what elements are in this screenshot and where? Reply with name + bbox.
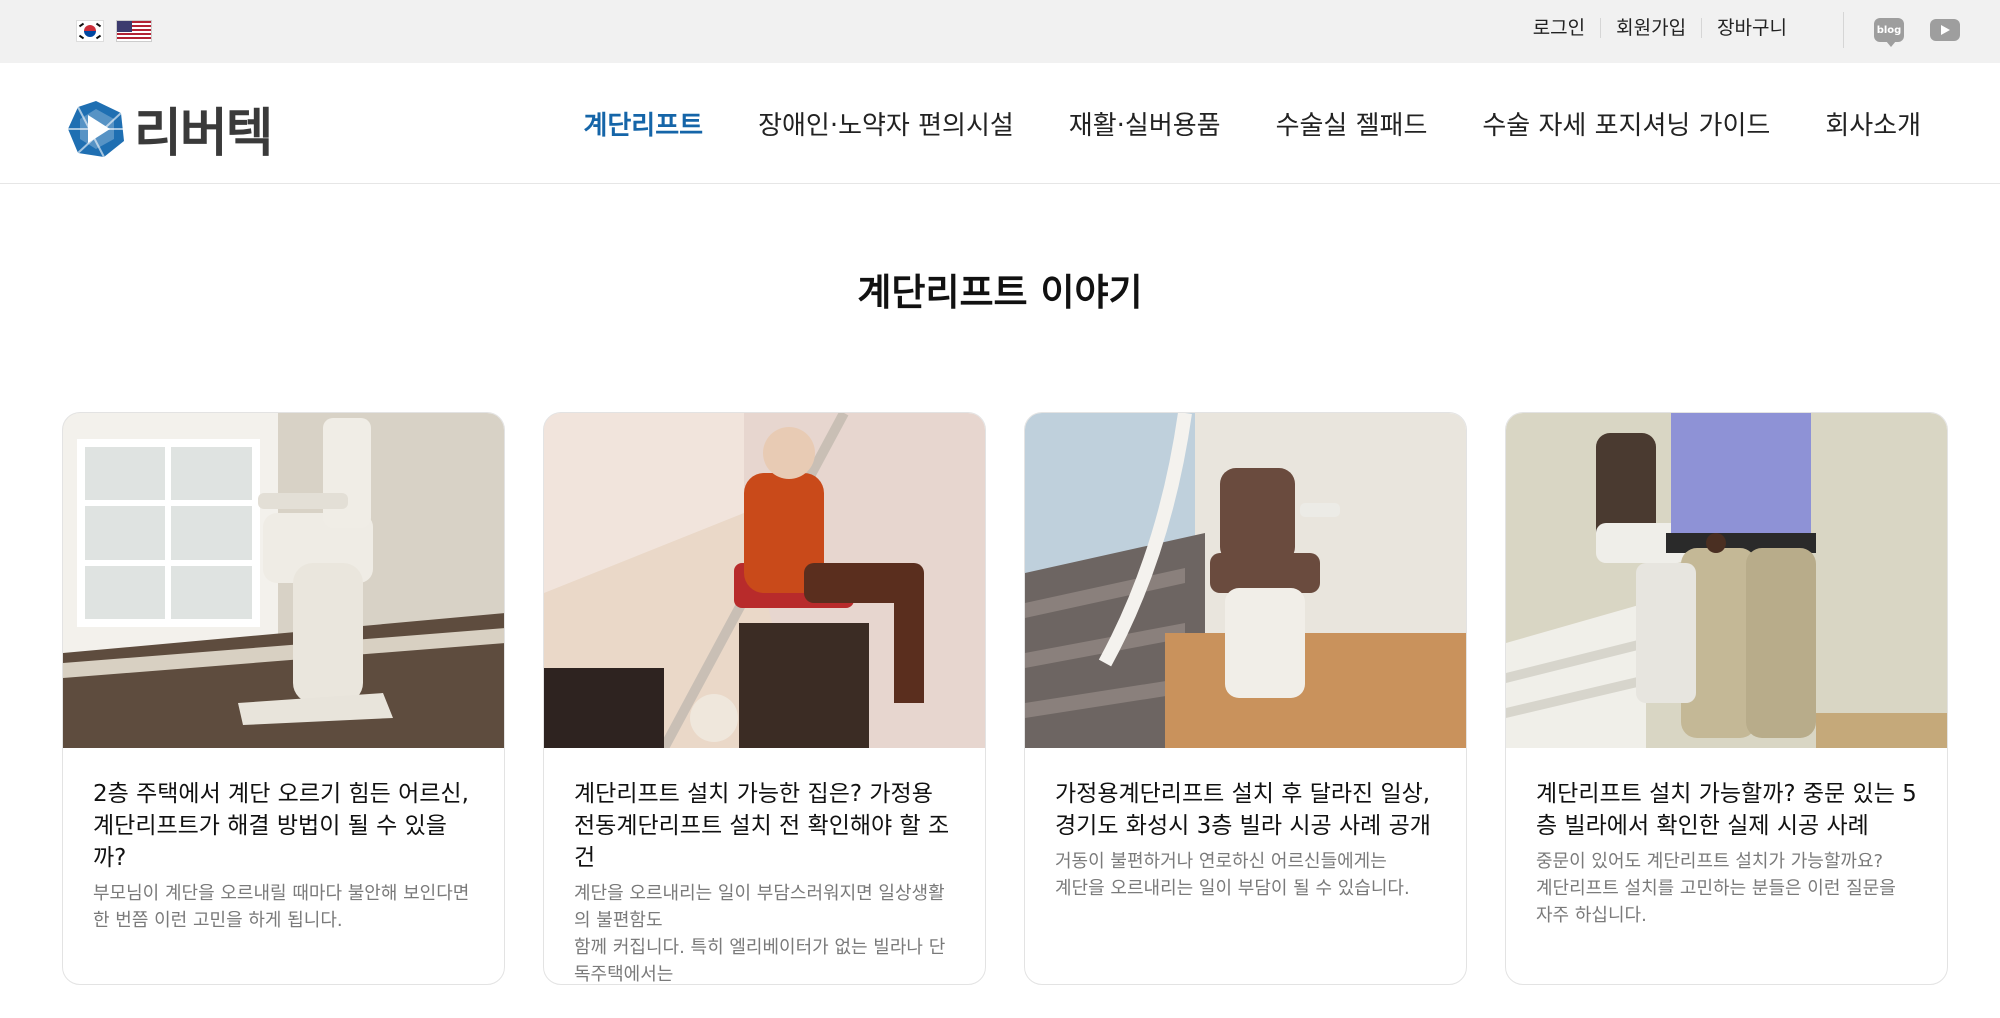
nav-item-company[interactable]: 회사소개 xyxy=(1825,105,1921,142)
account-links: 로그인 회원가입 장바구니 xyxy=(1518,18,1802,38)
nav-item-stairlift[interactable]: 계단리프트 xyxy=(583,105,703,142)
article-excerpt: 계단을 오르내리는 일이 부담스러워지면 일상생활의 불편함도 함께 커집니다.… xyxy=(574,883,946,985)
blog-icon-label: blog xyxy=(1876,24,1902,36)
article-thumbnail xyxy=(63,413,504,748)
article-excerpt: 중문이 있어도 계단리프트 설치가 가능할까요? 계단리프트 설치를 고민하는 … xyxy=(1536,851,1896,926)
article-thumbnail xyxy=(544,413,985,748)
nav-item-gel-pad[interactable]: 수술실 젤패드 xyxy=(1276,105,1428,142)
flag-usa-icon[interactable] xyxy=(116,20,152,42)
nav-item-rehab-silver-products[interactable]: 재활‧실버용품 xyxy=(1069,105,1221,142)
main-header: 리버텍 계단리프트 장애인‧노약자 편의시설 재활‧실버용품 수술실 젤패드 수… xyxy=(0,63,2000,184)
flag-korea-icon[interactable] xyxy=(76,20,104,42)
cart-link[interactable]: 장바구니 xyxy=(1701,18,1802,38)
signup-link[interactable]: 회원가입 xyxy=(1600,18,1701,38)
logo-mark-icon xyxy=(68,100,124,157)
article-title: 가정용계단리프트 설치 후 달라진 일상, 경기도 화성시 3층 빌라 시공 사… xyxy=(1055,781,1431,839)
nav-item-positioning-guide[interactable]: 수술 자세 포지셔닝 가이드 xyxy=(1482,105,1770,142)
language-selector xyxy=(76,20,152,42)
article-card[interactable]: 계단리프트 설치 가능한 집은? 가정용 전동계단리프트 설치 전 확인해야 할… xyxy=(543,412,986,985)
login-link[interactable]: 로그인 xyxy=(1518,18,1600,38)
main-nav: 계단리프트 장애인‧노약자 편의시설 재활‧실버용품 수술실 젤패드 수술 자세… xyxy=(583,63,1921,183)
article-card[interactable]: 가정용계단리프트 설치 후 달라진 일상, 경기도 화성시 3층 빌라 시공 사… xyxy=(1024,412,1467,985)
logo[interactable]: 리버텍 xyxy=(66,91,274,166)
blog-icon[interactable]: blog xyxy=(1874,18,1904,47)
article-title: 계단리프트 설치 가능한 집은? 가정용 전동계단리프트 설치 전 확인해야 할… xyxy=(574,781,950,871)
article-excerpt: 부모님이 계단을 오르내릴 때마다 불안해 보인다면 한 번쯤 이런 고민을 하… xyxy=(93,883,470,931)
article-card[interactable]: 2층 주택에서 계단 오르기 힘든 어르신, 계단리프트가 해결 방법이 될 수… xyxy=(62,412,505,985)
logo-text: 리버텍 xyxy=(134,104,274,164)
card-grid: 2층 주택에서 계단 오르기 힘든 어르신, 계단리프트가 해결 방법이 될 수… xyxy=(62,412,1948,985)
article-thumbnail xyxy=(1506,413,1947,748)
article-excerpt: 거동이 불편하거나 연로하신 어르신들에게는 계단을 오르내리는 일이 부담이 … xyxy=(1055,851,1410,899)
youtube-icon[interactable] xyxy=(1930,19,1960,41)
article-title: 계단리프트 설치 가능할까? 중문 있는 5층 빌라에서 확인한 실제 시공 사… xyxy=(1536,781,1917,839)
article-title: 2층 주택에서 계단 오르기 힘든 어르신, 계단리프트가 해결 방법이 될 수… xyxy=(93,781,469,871)
nav-item-accessibility-facilities[interactable]: 장애인‧노약자 편의시설 xyxy=(758,105,1014,142)
section-title: 계단리프트 이야기 xyxy=(857,271,1143,314)
article-card[interactable]: 계단리프트 설치 가능할까? 중문 있는 5층 빌라에서 확인한 실제 시공 사… xyxy=(1505,412,1948,985)
top-utility-bar: 로그인 회원가입 장바구니 blog xyxy=(0,0,2000,63)
article-thumbnail xyxy=(1025,413,1466,748)
social-links: blog xyxy=(1843,12,1960,48)
